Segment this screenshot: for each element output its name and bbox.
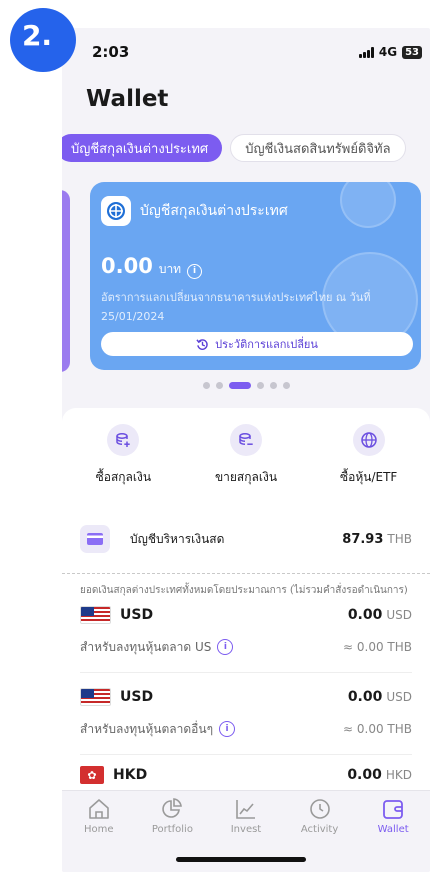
- pie-chart-icon: [162, 798, 183, 818]
- currency-code: USD: [120, 607, 154, 623]
- sell-currency-icon: [230, 424, 262, 456]
- amount-unit: USD: [386, 690, 412, 704]
- amount-value: 0.00: [347, 607, 383, 623]
- currency-row-hkd[interactable]: ✿ HKD 0.00 HKD: [80, 764, 412, 786]
- carousel-dot[interactable]: [202, 382, 210, 389]
- currency-code: USD: [120, 689, 154, 705]
- currency-purpose: สำหรับลงทุนหุ้นตลาดอื่นๆ i: [80, 720, 343, 739]
- info-icon[interactable]: i: [219, 721, 236, 737]
- phone-screen: 2:03 4G 53 Wallet บัญชีสกุลเงินต่างประเท…: [62, 28, 430, 872]
- carousel-dot[interactable]: [215, 382, 223, 389]
- exchange-rate-note: อัตราการแลกเปลี่ยนจากธนาคารแห่งประเทศไทย…: [101, 291, 371, 323]
- page-title: Wallet: [86, 86, 169, 112]
- home-indicator: [176, 857, 306, 862]
- coin-decoration: [340, 182, 396, 228]
- cash-value: 87.93: [342, 531, 384, 547]
- battery-icon: 53: [402, 45, 422, 59]
- clock-icon: [309, 799, 330, 819]
- purpose-text: สำหรับลงทุนหุ้นตลาดอื่นๆ: [80, 721, 214, 736]
- purpose-text: สำหรับลงทุนหุ้นตลาด US: [80, 639, 212, 654]
- wallet-icon: [80, 525, 110, 553]
- tab-wallet[interactable]: Wallet: [356, 791, 430, 872]
- currency-code: HKD: [113, 767, 148, 783]
- buy-stock-etf-button[interactable]: ซื้อหุ้น/ETF: [307, 408, 430, 508]
- card-balance: 0.00 บาท i: [101, 254, 203, 279]
- amount-value: 0.00: [347, 689, 383, 705]
- sell-currency-label: ขายสกุลเงิน: [214, 470, 278, 484]
- dashed-divider: [62, 573, 430, 574]
- step-badge: 2.: [10, 8, 76, 72]
- status-bar: 2:03 4G 53: [62, 28, 430, 78]
- carousel-dot-active[interactable]: [228, 382, 251, 389]
- previous-card-peek[interactable]: [62, 190, 70, 372]
- info-icon[interactable]: i: [187, 263, 203, 279]
- hk-flag-icon: ✿: [80, 766, 104, 784]
- currency-amount: 0.00 USD: [348, 689, 412, 705]
- sell-currency-button[interactable]: ขายสกุลเงิน: [185, 408, 308, 508]
- home-icon: [88, 799, 109, 819]
- network-type: 4G: [378, 45, 398, 59]
- thb-equivalent: ≈ 0.00 THB: [343, 722, 412, 736]
- tab-label: Invest: [230, 824, 262, 835]
- tab-label: Home: [84, 824, 114, 835]
- cash-account-label: บัญชีบริหารเงินสด: [130, 531, 225, 546]
- buy-currency-button[interactable]: ซื้อสกุลเงิน: [62, 408, 185, 508]
- balance-value: 0.00: [101, 254, 153, 278]
- history-icon: [196, 338, 208, 350]
- buy-stock-etf-label: ซื้อหุ้น/ETF: [340, 470, 398, 484]
- exchange-history-label: ประวัติการแลกเปลี่ยน: [215, 338, 318, 351]
- us-flag-icon: [80, 688, 111, 706]
- info-icon[interactable]: i: [217, 639, 234, 655]
- carousel-dot[interactable]: [269, 382, 277, 389]
- cash-account-value: 87.93 THB: [342, 532, 412, 547]
- globe-icon: [101, 196, 131, 226]
- tab-label: Portfolio: [151, 824, 193, 835]
- cash-unit: THB: [387, 531, 412, 546]
- buy-currency-label: ซื้อสกุลเงิน: [95, 470, 152, 484]
- carousel-dot[interactable]: [256, 382, 264, 389]
- row-divider: [80, 754, 412, 755]
- carousel-dots: [62, 382, 430, 389]
- status-time: 2:03: [92, 43, 130, 61]
- total-estimate-note: ยอดเงินสกุลต่างประเทศทั้งหมดโดยประมาณการ…: [80, 585, 408, 596]
- carousel-dot[interactable]: [282, 382, 290, 389]
- currency-amount: 0.00 USD: [348, 607, 412, 623]
- tab-label: Wallet: [377, 824, 409, 835]
- card-title: บัญชีสกุลเงินต่างประเทศ: [140, 203, 288, 219]
- tab-label: Activity: [300, 824, 339, 835]
- cash-account-row[interactable]: บัญชีบริหารเงินสด 87.93 THB: [80, 524, 412, 554]
- quick-actions: ซื้อสกุลเงิน ขายสกุลเงิน ซื้อหุ้น/ETF: [62, 408, 430, 508]
- row-divider: [80, 672, 412, 673]
- globe-icon: [352, 424, 385, 456]
- amount-unit: USD: [386, 608, 412, 622]
- currency-amount: 0.00 HKD: [347, 767, 412, 783]
- thb-equivalent: ≈ 0.00 THB: [343, 640, 412, 654]
- balance-unit: บาท: [158, 262, 182, 276]
- currency-purpose: สำหรับลงทุนหุ้นตลาด US i: [80, 638, 343, 657]
- amount-unit: HKD: [385, 768, 412, 782]
- buy-currency-icon: [107, 424, 140, 456]
- currency-row-usd-us[interactable]: USD 0.00 USD สำหรับลงทุนหุ้นตลาด US i ≈ 0.…: [80, 604, 412, 658]
- signal-icon: [358, 46, 374, 58]
- foreign-currency-card[interactable]: บัญชีสกุลเงินต่างประเทศ 0.00 บาท i อัตรา…: [90, 182, 421, 370]
- tab-digital-asset-cash[interactable]: บัญชีเงินสดสินทรัพย์ดิจิทัล: [230, 134, 406, 162]
- us-flag-icon: [80, 606, 111, 624]
- status-icons: 4G 53: [358, 45, 422, 59]
- balances-section: บัญชีบริหารเงินสด 87.93 THB ยอดเงินสกุลต่…: [62, 508, 430, 790]
- amount-value: 0.00: [347, 767, 382, 783]
- wallet-icon: [383, 800, 404, 819]
- exchange-history-button[interactable]: ประวัติการแลกเปลี่ยน: [101, 332, 413, 356]
- account-tabs: บัญชีสกุลเงินต่างประเทศ บัญชีเงินสดสินทร…: [62, 134, 406, 162]
- currency-row-usd-other[interactable]: USD 0.00 USD สำหรับลงทุนหุ้นตลาดอื่นๆ i ≈ …: [80, 686, 412, 740]
- line-chart-icon: [236, 800, 255, 819]
- tab-foreign-currency[interactable]: บัญชีสกุลเงินต่างประเทศ: [62, 134, 223, 162]
- tab-home[interactable]: Home: [62, 791, 136, 872]
